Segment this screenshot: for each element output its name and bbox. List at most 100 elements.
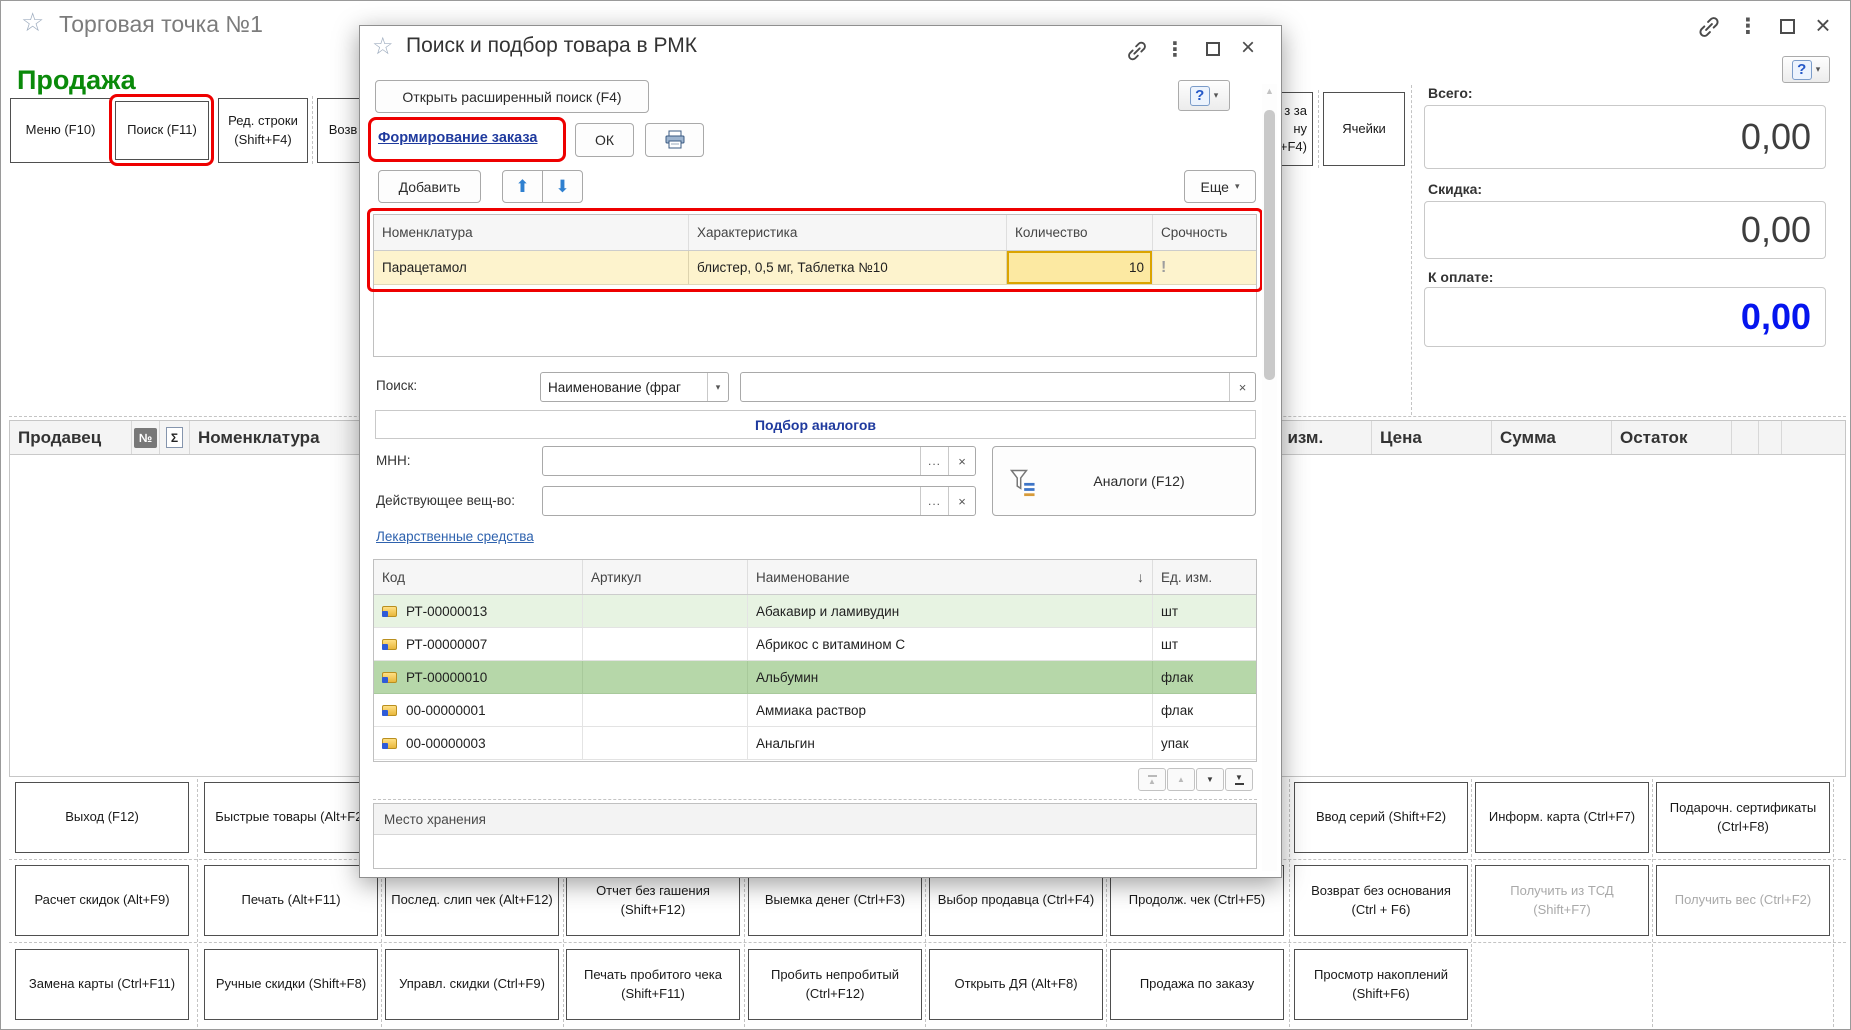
drugs-link[interactable]: Лекарственные средства [376, 529, 534, 544]
drug-name: Анальгин [748, 727, 1153, 759]
scroll-up-button[interactable]: ▲ [1167, 768, 1195, 791]
manual-discounts-button[interactable]: Ручные скидки (Shift+F8) [204, 949, 378, 1020]
scrollbar-up-icon[interactable]: ▲ [1265, 86, 1274, 96]
storage-header[interactable]: Место хранения [374, 804, 1256, 835]
drug-row[interactable]: РТ-00000007 Абрикос с витамином С шт [374, 628, 1256, 661]
view-accumulations-button[interactable]: Просмотр накоплений (Shift+F6) [1294, 949, 1468, 1020]
more-button[interactable]: Еще ▾ [1184, 170, 1256, 203]
favorite-star-icon[interactable]: ☆ [21, 7, 44, 38]
col-name[interactable]: Наименование ↓ [748, 560, 1153, 594]
cart-col-characteristic[interactable]: Характеристика [689, 215, 1007, 250]
cart-col-quantity[interactable]: Количество [1007, 215, 1153, 250]
punch-unpunched-button[interactable]: Пробить непробитый (Ctrl+F12) [748, 949, 922, 1020]
exit-button[interactable]: Выход (F12) [15, 782, 189, 853]
seller-column-header[interactable]: Продавец [10, 421, 132, 454]
drug-name: Альбумин [748, 661, 1153, 693]
search-button[interactable]: Поиск (F11) [115, 101, 209, 160]
search-input[interactable] [741, 373, 1229, 401]
amount-column-header[interactable]: Сумма [1492, 421, 1612, 454]
scrollbar-thumb[interactable] [1264, 110, 1275, 380]
open-drawer-button[interactable]: Открыть ДЯ (Alt+F8) [929, 949, 1103, 1020]
kebab-menu-icon[interactable]: ⋮ [1739, 11, 1757, 41]
help-button[interactable]: ? ▾ [1178, 80, 1230, 111]
cart-table-header: Номенклатура Характеристика Количество С… [374, 215, 1256, 251]
search-label: Поиск: [376, 378, 417, 393]
cart-cell-quantity[interactable]: 10 [1007, 251, 1153, 284]
move-down-button[interactable]: ⬇ [542, 170, 583, 203]
unit-column-header[interactable]: . изм. [1276, 421, 1372, 454]
drug-row[interactable]: 00-00000003 Анальгин упак [374, 727, 1256, 760]
discount-label: Скидка: [1428, 181, 1482, 197]
chevron-down-icon: ▾ [1214, 90, 1219, 101]
col-articul[interactable]: Артикул [583, 560, 748, 594]
scroll-down-button[interactable]: ▼ [1196, 768, 1224, 791]
order-formation-link[interactable]: Формирование заказа [378, 130, 537, 146]
analogs-button[interactable]: Аналоги (F12) [992, 446, 1256, 516]
urgency-icon[interactable]: ! [1153, 251, 1256, 284]
search-input-group: × [740, 372, 1256, 402]
clear-icon[interactable]: × [948, 487, 975, 515]
maximize-icon[interactable] [1780, 19, 1795, 34]
cart-col-nomenclature[interactable]: Номенклатура [374, 215, 689, 250]
dialog-scrollbar[interactable]: ▲ [1262, 84, 1277, 871]
series-input-button[interactable]: Ввод серий (Shift+F2) [1294, 782, 1468, 853]
maximize-icon[interactable] [1206, 42, 1220, 56]
cart-table: Номенклатура Характеристика Количество С… [373, 214, 1257, 357]
link-icon[interactable] [1124, 38, 1150, 64]
card-replace-button[interactable]: Замена карты (Ctrl+F11) [15, 949, 189, 1020]
grid-guide [1833, 779, 1834, 1027]
col-unit[interactable]: Ед. изм. [1153, 560, 1256, 594]
divider [1411, 85, 1412, 415]
sale-by-order-button[interactable]: Продажа по заказу [1110, 949, 1284, 1020]
cart-cell-nomenclature[interactable]: Парацетамол [374, 251, 689, 284]
ok-button[interactable]: ОК [575, 123, 634, 157]
ellipsis-picker-icon[interactable]: ... [920, 487, 948, 515]
menu-button[interactable]: Меню (F10) [10, 98, 111, 163]
cart-cell-characteristic[interactable]: блистер, 0,5 мг, Таблетка №10 [689, 251, 1007, 284]
sort-desc-icon[interactable]: ↓ [1137, 569, 1144, 585]
substance-input[interactable] [543, 487, 920, 515]
return-no-basis-button[interactable]: Возврат без основания (Ctrl + F6) [1294, 865, 1468, 936]
drug-row[interactable]: РТ-00000013 Абакавир и ламивудин шт [374, 595, 1256, 628]
help-button[interactable]: ? ▾ [1782, 56, 1830, 83]
edit-row-button[interactable]: Ред. строки (Shift+F4) [218, 98, 308, 163]
gift-certificates-button[interactable]: Подарочн. сертификаты (Ctrl+F8) [1656, 782, 1830, 853]
drug-row-selected[interactable]: РТ-00000010 Альбумин флак [374, 661, 1256, 694]
sum-doc-column-header[interactable]: Σ [160, 421, 190, 454]
advanced-search-button[interactable]: Открыть расширенный поиск (F4) [375, 80, 649, 113]
quick-goods-button[interactable]: Быстрые товары (Alt+F2) [204, 782, 378, 853]
add-button[interactable]: Добавить [378, 170, 481, 203]
favorite-star-icon[interactable]: ☆ [372, 32, 394, 61]
price-column-header[interactable]: Цена [1372, 421, 1492, 454]
print-button[interactable]: Печать (Alt+F11) [204, 865, 378, 936]
close-icon[interactable]: × [1811, 11, 1835, 39]
kebab-menu-icon[interactable]: ⋮ [1166, 34, 1184, 64]
clear-icon[interactable]: × [1229, 373, 1255, 401]
link-icon[interactable] [1695, 13, 1723, 41]
info-card-button[interactable]: Информ. карта (Ctrl+F7) [1475, 782, 1649, 853]
scroll-bottom-button[interactable]: ▼ [1225, 768, 1253, 791]
scroll-top-button[interactable]: ▲ [1138, 768, 1166, 791]
cart-col-urgency[interactable]: Срочность [1153, 215, 1256, 250]
analog-selection-link[interactable]: Подбор аналогов [755, 417, 876, 433]
print-punched-receipt-button[interactable]: Печать пробитого чека (Shift+F11) [566, 949, 740, 1020]
number-column-header[interactable]: № [132, 421, 160, 454]
cart-row[interactable]: Парацетамол блистер, 0,5 мг, Таблетка №1… [374, 251, 1256, 285]
cells-button[interactable]: Ячейки [1323, 92, 1405, 166]
close-icon[interactable]: × [1236, 34, 1260, 62]
mnn-input[interactable] [543, 447, 920, 475]
stock-column-header[interactable]: Остаток [1612, 421, 1732, 454]
print-button[interactable] [645, 123, 704, 157]
analog-selection-bar[interactable]: Подбор аналогов [375, 410, 1256, 439]
search-mode-select[interactable]: Наименование (фраг ▾ [540, 372, 729, 402]
discount-calc-button[interactable]: Расчет скидок (Alt+F9) [15, 865, 189, 936]
clear-icon[interactable]: × [948, 447, 975, 475]
drug-row[interactable]: 00-00000001 Аммиака раствор флак [374, 694, 1256, 727]
item-icon [382, 606, 397, 617]
managed-discounts-button[interactable]: Управл. скидки (Ctrl+F9) [385, 949, 559, 1020]
col-code[interactable]: Код [374, 560, 583, 594]
move-up-button[interactable]: ⬆ [502, 170, 543, 203]
chevron-down-icon[interactable]: ▾ [707, 373, 728, 401]
drugs-table: Код Артикул Наименование ↓ Ед. изм. РТ-0… [373, 559, 1257, 762]
ellipsis-picker-icon[interactable]: ... [920, 447, 948, 475]
